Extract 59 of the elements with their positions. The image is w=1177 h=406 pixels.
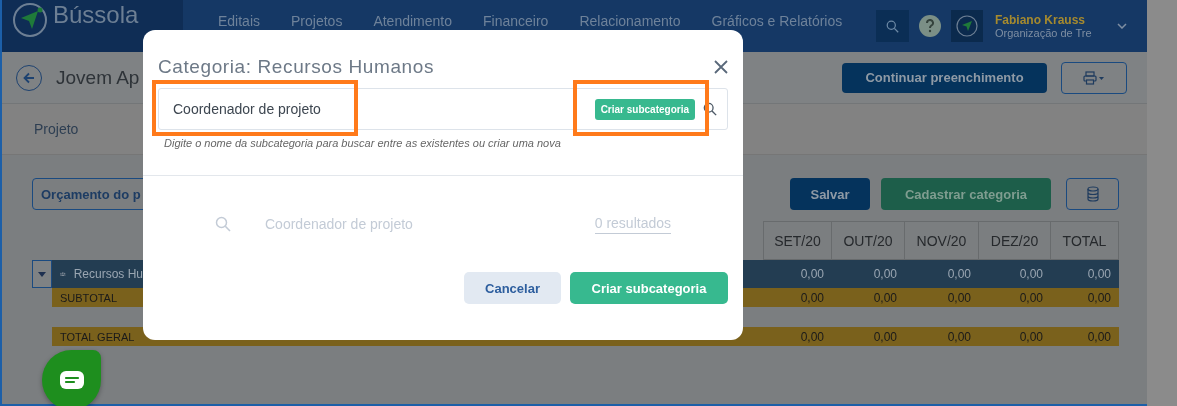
create-subcategory-button[interactable]: Criar subcategoria [570, 272, 728, 304]
page-title: Jovem Ap [56, 66, 140, 89]
nav-link[interactable]: Editais [218, 14, 261, 29]
collapse-button[interactable] [32, 260, 52, 288]
help-icon[interactable] [919, 15, 941, 37]
printer-icon [1083, 70, 1105, 85]
print-button[interactable] [1061, 61, 1127, 94]
result-query: Coordenador de projeto [265, 216, 413, 232]
search-icon [215, 216, 231, 232]
table-cell: 0,00 [1051, 288, 1119, 307]
add-category-button[interactable]: Cadastrar categoria [881, 178, 1051, 210]
search-button[interactable] [876, 10, 909, 42]
result-count: 0 resultados [594, 214, 671, 234]
table-cell: 0,00 [905, 288, 979, 307]
row-label-text: Recursos Hu [73, 267, 143, 281]
table-cell: 0,00 [763, 288, 832, 307]
table-cell: 0,00 [763, 260, 832, 288]
avatar[interactable] [951, 10, 983, 42]
user-organization: Organização de Tre [995, 27, 1093, 39]
nav-link[interactable]: Projetos [291, 14, 343, 29]
create-subcategory-inline-button[interactable]: Criar subcategoria [594, 98, 695, 120]
table-cell: 0,00 [979, 327, 1051, 346]
arrow-left-icon [23, 71, 35, 84]
table-cell: 0,00 [905, 260, 979, 288]
cancel-button[interactable]: Cancelar [464, 272, 561, 304]
table-cell: 0,00 [832, 327, 905, 346]
continue-button[interactable]: Continuar preenchimento [842, 62, 1047, 93]
nav-link[interactable]: Gráficos e Relatórios [711, 14, 843, 29]
modal-title: Categoria: Recursos Humanos [158, 56, 434, 78]
brand-name: Bússola [53, 2, 139, 28]
nav-link[interactable]: Atendimento [373, 14, 452, 29]
column-header: SET/20 [763, 221, 832, 260]
table-cell: 0,00 [832, 288, 905, 307]
nav-link[interactable]: Relacionamento [579, 14, 681, 29]
row-label-text: SUBTOTAL [60, 291, 118, 304]
search-icon [886, 19, 899, 33]
table-cell: 0,00 [979, 260, 1051, 288]
database-icon [1086, 186, 1099, 202]
section-tab[interactable]: Projeto [34, 121, 79, 137]
row-label-text: TOTAL GERAL [60, 330, 135, 343]
hint-text: Digite o nome da subcategoria para buscar entre as existentes ou criar uma nova [164, 137, 562, 149]
table-cell: 0,00 [763, 327, 832, 346]
database-button[interactable] [1066, 178, 1119, 210]
table-cell: 0,00 [1051, 260, 1119, 288]
chevron-down-icon[interactable] [1117, 23, 1127, 29]
table-cell: 0,00 [905, 327, 979, 346]
table-cell: 0,00 [979, 288, 1051, 307]
user-name: Fabiano Krauss [995, 13, 1087, 27]
close-icon[interactable] [713, 59, 729, 75]
table-cell: 0,00 [832, 260, 905, 288]
table-cell: 0,00 [1051, 327, 1119, 346]
subcategory-search-field[interactable]: Coordenador de projeto Criar subcategoria [158, 88, 728, 130]
search-icon [703, 102, 717, 116]
chat-icon [58, 370, 85, 390]
nav-link[interactable]: Financeiro [483, 14, 549, 29]
caret-icon [38, 271, 46, 277]
compass-logo-icon [12, 2, 48, 38]
save-button[interactable]: Salvar [790, 178, 870, 210]
people-icon [60, 269, 66, 279]
